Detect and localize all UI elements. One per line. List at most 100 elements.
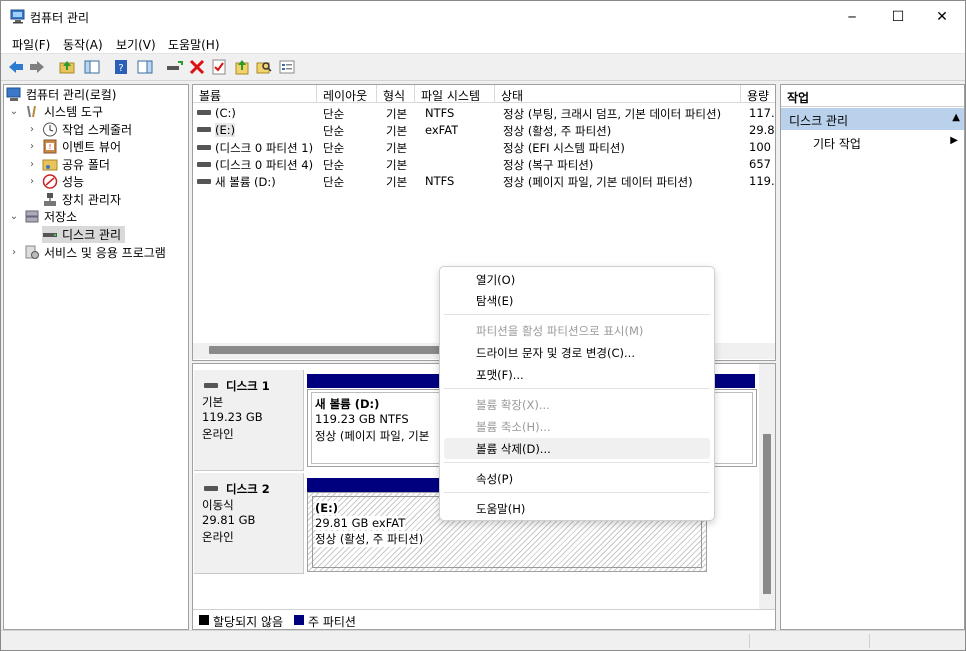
chevron-right-icon[interactable]: › — [26, 176, 38, 187]
vertical-scrollbar[interactable] — [759, 364, 775, 609]
search-folder-icon[interactable] — [255, 58, 273, 76]
tree-label-system-tools: 시스템 도구 — [44, 105, 104, 119]
menu-item-format[interactable]: 포맷(F)... — [444, 364, 710, 385]
filesystem-cell: NTFS — [425, 106, 455, 120]
volume-name: (C:) — [215, 106, 236, 120]
delete-icon[interactable] — [188, 58, 206, 76]
column-header-type[interactable]: 형식 — [377, 85, 415, 103]
partition-title: (E:) — [315, 501, 338, 515]
tree-item-shared-folders[interactable]: › 공유 폴더 — [26, 156, 110, 173]
collapse-up-icon[interactable]: ▲ — [952, 112, 960, 123]
chevron-down-icon[interactable]: ⌄ — [8, 106, 20, 117]
actions-section-label: 디스크 관리 — [789, 114, 849, 128]
tree-item-task-scheduler[interactable]: › 작업 스케줄러 — [26, 121, 132, 138]
menu-help[interactable]: 도움말(H) — [168, 36, 220, 53]
menu-view[interactable]: 보기(V) — [116, 36, 156, 53]
partition-status: 정상 (페이지 파일, 기본 — [315, 429, 430, 443]
menu-item-open[interactable]: 열기(O) — [444, 269, 710, 290]
show-action-pane-icon[interactable] — [136, 58, 154, 76]
disk-state: 온라인 — [202, 530, 234, 544]
properties-check-icon[interactable] — [210, 58, 228, 76]
scrollbar-thumb[interactable] — [763, 434, 771, 594]
capacity-cell: 119.2 — [749, 174, 775, 188]
type-cell: 기본 — [386, 107, 408, 121]
tree-item-storage[interactable]: ⌄ 저장소 — [8, 208, 77, 225]
tree-label-disk-management: 디스크 관리 — [62, 228, 122, 242]
column-header-layout[interactable]: 레이아웃 — [317, 85, 377, 103]
tree-item-device-manager[interactable]: 장치 관리자 — [42, 191, 121, 208]
menu-item-explore[interactable]: 탐색(E) — [444, 290, 710, 311]
tree-item-performance[interactable]: › 성능 — [26, 173, 84, 190]
tree-label-storage: 저장소 — [44, 210, 78, 224]
chevron-right-icon[interactable]: › — [26, 159, 38, 170]
connect-drive-icon[interactable] — [165, 58, 183, 76]
context-menu: 열기(O) 탐색(E) 파티션을 활성 파티션으로 표시(M) 드라이브 문자 … — [439, 266, 715, 521]
minimize-icon: ─ — [848, 9, 856, 24]
chevron-right-icon[interactable]: › — [26, 124, 38, 135]
tree-label-task-scheduler: 작업 스케줄러 — [62, 123, 133, 137]
more-tasks-label: 기타 작업 — [813, 137, 861, 151]
scrollbar-thumb[interactable] — [209, 346, 449, 354]
tree-item-system-tools[interactable]: ⌄ 시스템 도구 — [8, 103, 103, 120]
disk-size: 119.23 GB — [202, 410, 263, 424]
close-button[interactable]: ✕ — [919, 1, 965, 32]
column-header-status[interactable]: 상태 — [495, 85, 741, 103]
export-up-icon[interactable] — [233, 58, 251, 76]
status-cell: 정상 (페이지 파일, 기본 데이터 파티션) — [503, 175, 693, 189]
tree-item-computer-management[interactable]: 컴퓨터 관리(로컬) — [6, 86, 116, 103]
tree-item-event-viewer[interactable]: › ! 이벤트 뷰어 — [26, 138, 121, 155]
toolbar: ? — [1, 54, 965, 81]
menu-item-properties[interactable]: 속성(P) — [444, 468, 710, 489]
performance-icon — [42, 174, 58, 189]
capacity-cell: 100 N — [749, 140, 775, 154]
layout-cell: 단순 — [323, 124, 345, 138]
column-header-filesystem[interactable]: 파일 시스템 — [415, 85, 495, 103]
minimize-button[interactable]: ─ — [829, 1, 875, 32]
tree-label-root: 컴퓨터 관리(로컬) — [26, 88, 117, 102]
menu-action[interactable]: 동작(A) — [63, 36, 103, 53]
legend-primary: 주 파티션 — [308, 615, 356, 629]
actions-pane: 작업 디스크 관리 ▲ 기타 작업 ▶ — [780, 84, 965, 630]
title-bar: 컴퓨터 관리 ─ ☐ ✕ — [1, 1, 965, 32]
list-view-icon[interactable] — [278, 58, 296, 76]
actions-more-tasks[interactable]: 기타 작업 ▶ — [781, 132, 964, 152]
help-icon[interactable]: ? — [112, 58, 130, 76]
disk-management-icon — [42, 227, 58, 242]
column-header-volume[interactable]: 볼륨 — [193, 85, 317, 103]
layout-cell: 단순 — [323, 158, 345, 172]
chevron-right-icon[interactable]: › — [8, 247, 20, 258]
up-folder-icon[interactable] — [58, 58, 76, 76]
menu-separator — [444, 462, 710, 463]
capacity-cell: 657 N — [749, 157, 775, 171]
capacity-cell: 117.3 — [749, 106, 775, 120]
disk-size: 29.81 GB — [202, 513, 256, 527]
show-hide-tree-icon[interactable] — [83, 58, 101, 76]
tree-item-services[interactable]: › 서비스 및 응용 프로그램 — [8, 244, 166, 261]
column-header-capacity[interactable]: 용량 — [741, 85, 775, 103]
forward-arrow-icon[interactable] — [28, 58, 46, 76]
svg-text:?: ? — [118, 63, 123, 74]
menu-bar: 파일(F) 동작(A) 보기(V) 도움말(H) — [1, 32, 965, 54]
back-arrow-icon[interactable] — [7, 58, 25, 76]
menu-item-help[interactable]: 도움말(H) — [444, 498, 710, 519]
layout-cell: 단순 — [323, 141, 345, 155]
partition-size: 29.81 GB exFAT — [315, 516, 406, 530]
volume-icon — [197, 179, 211, 184]
tree-label-device-manager: 장치 관리자 — [62, 193, 122, 207]
maximize-button[interactable]: ☐ — [875, 1, 921, 32]
menu-item-change-drive-letter[interactable]: 드라이브 문자 및 경로 변경(C)... — [444, 342, 710, 363]
tree-item-disk-management[interactable]: 디스크 관리 — [42, 226, 126, 243]
volume-icon — [197, 162, 211, 167]
menu-item-shrink-volume: 볼륨 축소(H)... — [476, 420, 551, 434]
menu-file[interactable]: 파일(F) — [12, 36, 50, 53]
menu-item-delete-volume[interactable]: 볼륨 삭제(D)... — [444, 438, 710, 459]
disk-icon — [204, 382, 218, 388]
chevron-right-icon[interactable]: › — [26, 141, 38, 152]
disk-1-label[interactable]: 디스크 1 기본 119.23 GB 온라인 — [194, 370, 304, 471]
filesystem-cell: NTFS — [425, 174, 455, 188]
chevron-down-icon[interactable]: ⌄ — [8, 211, 20, 222]
disk-2-label[interactable]: 디스크 2 이동식 29.81 GB 온라인 — [194, 473, 304, 574]
actions-section-disk-management[interactable]: 디스크 관리 ▲ — [781, 108, 964, 130]
volume-name: (디스크 0 파티션 4) — [215, 158, 314, 172]
window-title: 컴퓨터 관리 — [30, 11, 90, 25]
